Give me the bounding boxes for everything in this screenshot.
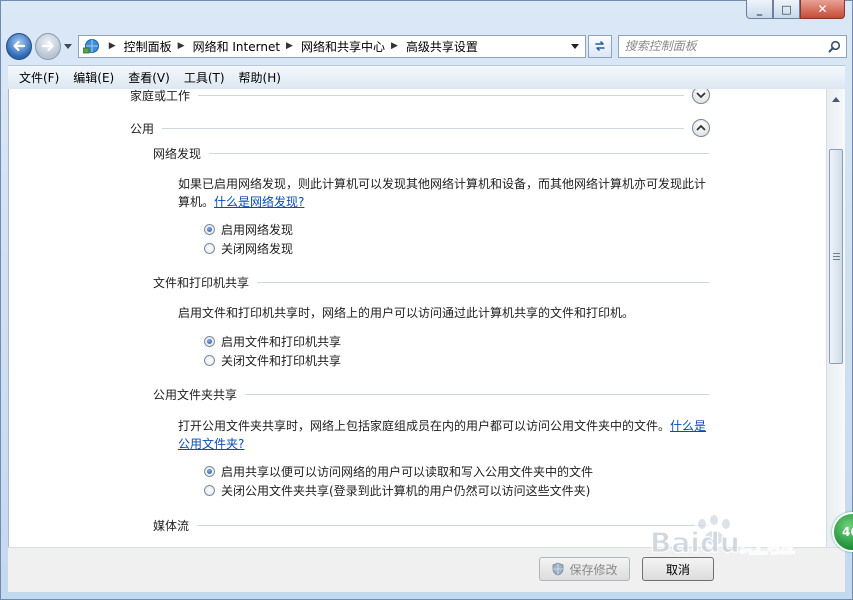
description-text: 打开公用文件夹共享时，网络上包括家庭组成员在内的用户都可以访问公用文件夹中的文件… (178, 419, 671, 433)
caption-buttons: _ □ ✕ (746, 0, 845, 20)
profile-home-work[interactable]: 家庭或工作 (130, 89, 710, 104)
badge-count: 46 (842, 525, 853, 539)
grip-icon (832, 253, 840, 260)
radio-label: 关闭文件和打印机共享 (221, 353, 342, 368)
section-title: 媒体流 (153, 518, 190, 533)
radio-disable-public-folder[interactable]: 关闭公用文件夹共享(登录到此计算机的用户仍然可以访问这些文件夹) (204, 481, 590, 499)
menu-bar: 文件(F) 编辑(E) 查看(V) 工具(T) 帮助(H) (8, 65, 845, 89)
radio-button[interactable] (204, 242, 215, 254)
breadcrumb-advanced-sharing[interactable]: 高级共享设置 (406, 38, 478, 55)
chevron-down-icon (571, 44, 580, 49)
menu-help[interactable]: 帮助(H) (232, 67, 288, 88)
help-link-network-discovery[interactable]: 什么是网络发现? (214, 195, 304, 209)
radio-disable-printer-sharing[interactable]: 关闭文件和打印机共享 (204, 351, 341, 369)
network-icon (81, 36, 103, 57)
breadcrumb-network-internet[interactable]: 网络和 Internet ▶ (193, 38, 301, 55)
radio-button[interactable] (204, 354, 215, 366)
chevron-down-icon (63, 43, 72, 49)
search-icon[interactable] (824, 40, 846, 53)
maximize-button[interactable]: □ (773, 0, 800, 19)
menu-edit[interactable]: 编辑(E) (66, 67, 121, 88)
radio-label: 关闭网络发现 (221, 241, 294, 256)
close-button[interactable]: ✕ (800, 0, 845, 19)
radio-button[interactable] (204, 465, 215, 477)
collapse-button[interactable] (692, 119, 710, 137)
radio-enable-discovery[interactable]: 启用网络发现 (204, 220, 293, 238)
recent-pages-dropdown[interactable] (62, 36, 74, 56)
content-pane: 家庭或工作 公用 网络发现 如果已启用网络发现，则此计算机可以发现其他网络计算机… (8, 89, 826, 547)
chevron-up-icon (696, 124, 706, 131)
refresh-icon (595, 41, 605, 51)
profile-public-label: 公用 (130, 121, 155, 136)
radio-button[interactable] (204, 335, 215, 347)
minimize-button[interactable]: _ (746, 0, 773, 19)
close-icon: ✕ (817, 2, 828, 16)
radio-label: 启用网络发现 (221, 222, 294, 237)
cancel-button[interactable]: 取消 (642, 557, 714, 581)
refresh-button[interactable] (588, 34, 612, 58)
section-description: 如果已启用网络发现，则此计算机可以发现其他网络计算机和设备，而其他网络计算机亦可… (178, 175, 708, 211)
scroll-up-button[interactable] (827, 91, 845, 108)
chevron-down-icon (696, 92, 706, 99)
radio-disable-discovery[interactable]: 关闭网络发现 (204, 239, 293, 257)
section-media-streaming: 媒体流 (153, 517, 709, 533)
section-public-folder-sharing: 公用文件夹共享 (153, 386, 709, 402)
radio-enable-printer-sharing[interactable]: 启用文件和打印机共享 (204, 332, 341, 350)
navigation-bar: ▶ 控制面板 ▶ 网络和 Internet ▶ 网络和共享中心 ▶ 高级共享设置 (6, 30, 847, 62)
save-label: 保存修改 (569, 562, 618, 577)
section-description: 打开公用文件夹共享时，网络上包括家庭组成员在内的用户都可以访问公用文件夹中的文件… (178, 417, 708, 453)
chevron-up-icon (832, 97, 840, 102)
back-button[interactable] (6, 32, 33, 60)
uac-shield-icon (553, 562, 564, 576)
breadcrumb-network-sharing-center[interactable]: 网络和共享中心 ▶ (301, 38, 406, 55)
expand-button[interactable] (692, 89, 710, 104)
maximize-icon: □ (781, 2, 792, 16)
section-title: 公用文件夹共享 (153, 387, 238, 402)
radio-label: 启用文件和打印机共享 (221, 334, 342, 349)
forward-button[interactable] (35, 32, 62, 60)
divider (257, 281, 709, 283)
section-network-discovery: 网络发现 (153, 145, 709, 161)
address-bar[interactable]: ▶ 控制面板 ▶ 网络和 Internet ▶ 网络和共享中心 ▶ 高级共享设置 (77, 34, 587, 58)
section-title: 文件和打印机共享 (153, 275, 250, 290)
scroll-thumb[interactable] (829, 149, 843, 364)
back-arrow-icon (13, 40, 26, 52)
profile-home-label: 家庭或工作 (130, 89, 191, 103)
address-dropdown[interactable] (569, 40, 581, 54)
vertical-scrollbar[interactable] (826, 89, 845, 547)
section-description: 启用文件和打印机共享时，网络上的用户可以访问通过此计算机共享的文件和打印机。 (178, 306, 635, 320)
section-title: 网络发现 (153, 146, 202, 161)
radio-label: 关闭公用文件夹共享(登录到此计算机的用户仍然可以访问这些文件夹) (221, 483, 591, 498)
divider (162, 127, 684, 129)
search-box[interactable] (617, 34, 847, 58)
menu-file[interactable]: 文件(F) (12, 67, 66, 88)
breadcrumb-separator: ▶ (108, 41, 116, 51)
radio-button[interactable] (204, 223, 215, 235)
radio-enable-public-folder[interactable]: 启用共享以便可以访问网络的用户可以读取和写入公用文件夹中的文件 (204, 462, 593, 480)
section-printer-sharing: 文件和打印机共享 (153, 274, 709, 290)
cancel-label: 取消 (665, 562, 690, 577)
radio-label: 启用共享以便可以访问网络的用户可以读取和写入公用文件夹中的文件 (221, 464, 594, 479)
save-button[interactable]: 保存修改 (539, 557, 630, 581)
search-input[interactable] (618, 39, 824, 53)
divider (245, 393, 709, 395)
profile-public[interactable]: 公用 (130, 119, 710, 137)
breadcrumb-control-panel[interactable]: 控制面板 ▶ (124, 38, 193, 55)
menu-view[interactable]: 查看(V) (121, 67, 177, 88)
divider (197, 524, 709, 526)
minimize-icon: _ (756, 2, 763, 16)
footer-bar: 保存修改 取消 (8, 547, 845, 592)
radio-button[interactable] (204, 484, 215, 496)
forward-arrow-icon (42, 40, 54, 52)
menu-tools[interactable]: 工具(T) (177, 67, 232, 88)
divider (209, 152, 709, 154)
divider (198, 94, 684, 96)
